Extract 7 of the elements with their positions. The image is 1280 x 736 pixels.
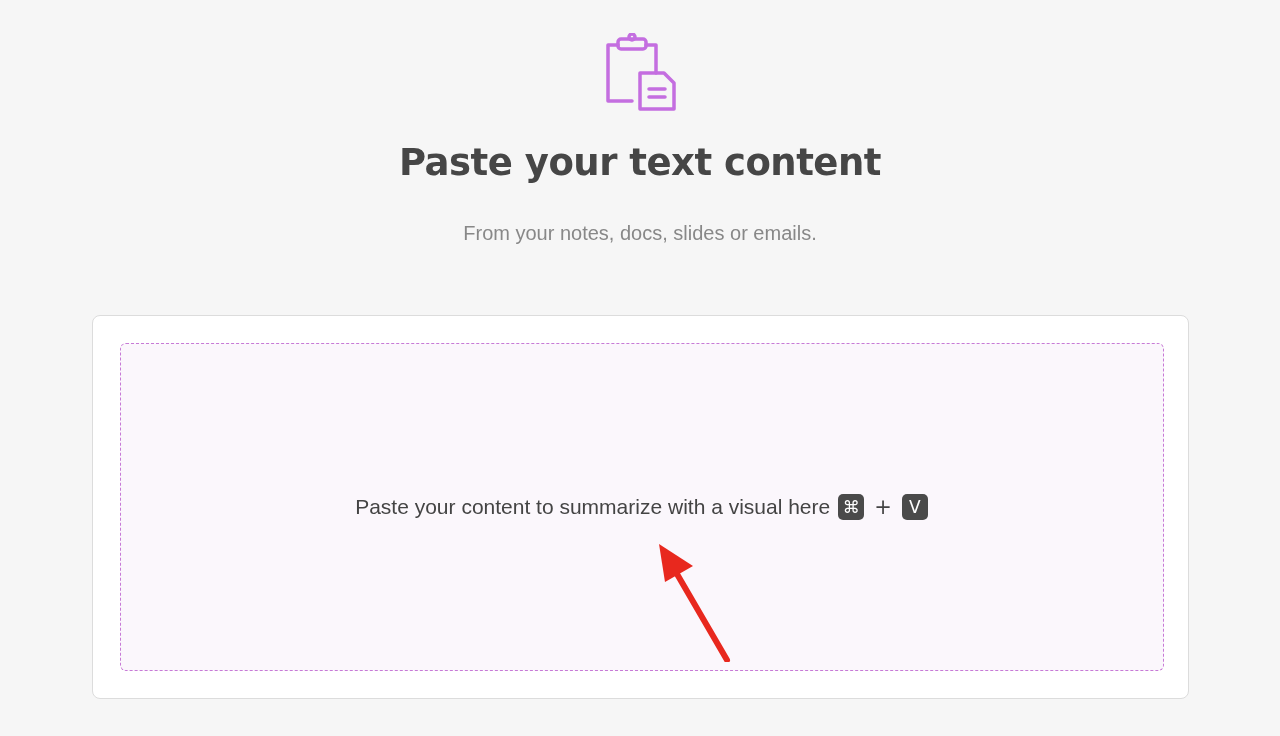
page-title: Paste your text content [399, 141, 881, 184]
keyboard-key: ⌘ [838, 494, 865, 520]
plus-sign: + [873, 495, 893, 519]
paste-prompt: Paste your content to summarize with a visual here [355, 495, 831, 519]
page-subtitle: From your notes, docs, slides or emails. [463, 222, 817, 245]
paste-drop-zone[interactable]: Paste your content to summarize with a visual here ⌘ + V [119, 343, 1164, 671]
keyboard-key: V [901, 494, 928, 520]
